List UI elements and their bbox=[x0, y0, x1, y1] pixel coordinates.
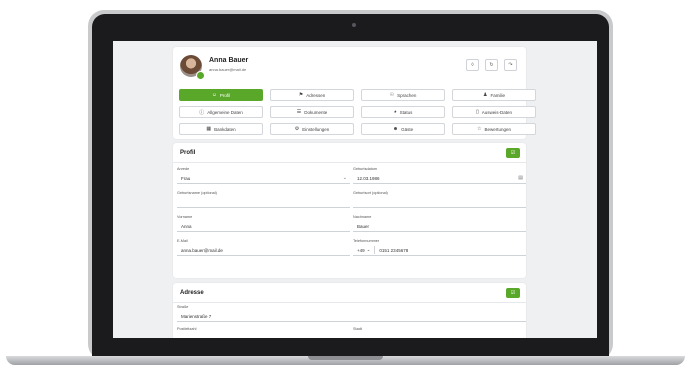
globe-icon: ☉ bbox=[389, 92, 395, 98]
tab-general-data[interactable]: ⓘ Allgemeine Daten bbox=[179, 106, 263, 118]
zip-field: Postleitzahl bbox=[177, 327, 197, 331]
bank-icon: ▦ bbox=[206, 126, 212, 132]
status-icon: ◕ bbox=[393, 109, 397, 115]
chevron-down-icon: ⌄ bbox=[342, 175, 347, 181]
online-badge bbox=[196, 71, 205, 80]
logout-icon[interactable]: ↷ bbox=[504, 59, 517, 71]
tab-family[interactable]: ♟ Familie bbox=[452, 89, 536, 101]
document-icon: ☰ bbox=[296, 109, 302, 115]
birthdate-input[interactable]: 12.03.1986 ▤ bbox=[353, 173, 526, 184]
email-input[interactable]: anna.bauer@mail.de bbox=[177, 245, 350, 256]
user-name: Anna Bauer bbox=[209, 57, 249, 64]
profile-header-card: Anna Bauer anna.bauer@mail.de ◊ ↻ ↷ ☺ Pro… bbox=[173, 47, 536, 139]
save-icon: ☑ bbox=[510, 290, 516, 296]
laptop-lid: Anna Bauer anna.bauer@mail.de ◊ ↻ ↷ ☺ Pro… bbox=[88, 10, 613, 360]
street-input[interactable]: Marienstraße 7 bbox=[177, 311, 526, 322]
divider bbox=[173, 302, 526, 303]
birthplace-field: Geburtsort (optional) bbox=[353, 191, 526, 208]
laptop-notch bbox=[308, 356, 383, 360]
tab-addresses[interactable]: ⚑ Adressen bbox=[270, 89, 354, 101]
settings-icon: ⚙ bbox=[294, 126, 300, 132]
map-icon: ⚑ bbox=[298, 92, 304, 98]
info-icon: ⓘ bbox=[199, 109, 205, 116]
section-title: Profil bbox=[180, 150, 196, 156]
rating-icon: ☆ bbox=[476, 126, 482, 132]
birthplace-input[interactable] bbox=[353, 197, 526, 208]
birthdate-field: Geburtsdatum 12.03.1986 ▤ bbox=[353, 167, 526, 184]
tab-languages[interactable]: ☉ Sprachen bbox=[361, 89, 445, 101]
firstname-input[interactable]: Anna bbox=[177, 221, 350, 232]
tab-documents[interactable]: ☰ Dokumente bbox=[270, 106, 354, 118]
id-card-icon: ▯ bbox=[475, 109, 479, 115]
tab-grid: ☺ Profil ⚑ Adressen ☉ Sprachen ♟ Familie ⓘ Al… bbox=[179, 89, 536, 135]
tab-guests[interactable]: ☻ Gäste bbox=[361, 123, 445, 135]
tab-settings[interactable]: ⚙ Einstellungen bbox=[270, 123, 354, 135]
email-field: E-Mail anna.bauer@mail.de bbox=[177, 239, 350, 256]
firstname-field: Vorname Anna bbox=[177, 215, 350, 232]
tab-id-data[interactable]: ▯ Ausweis-Daten bbox=[452, 106, 536, 118]
phone-input[interactable]: +49 ⌄ 0151 2345678 bbox=[353, 245, 526, 256]
lastname-field: Nachname Bauer bbox=[353, 215, 526, 232]
birthname-field: Geburtsname (optional) bbox=[177, 191, 350, 208]
phone-field: Telefonnummer +49 ⌄ 0151 2345678 bbox=[353, 239, 526, 256]
refresh-icon[interactable]: ↻ bbox=[485, 59, 498, 71]
save-button[interactable]: ☑ bbox=[506, 288, 520, 298]
webcam bbox=[352, 23, 356, 27]
divider bbox=[173, 162, 526, 163]
screen-bezel: Anna Bauer anna.bauer@mail.de ◊ ↻ ↷ ☺ Pro… bbox=[92, 14, 609, 360]
guests-icon: ☻ bbox=[392, 126, 399, 132]
user-email: anna.bauer@mail.de bbox=[209, 67, 247, 72]
profile-section: Profil ☑ Anrede Frau ⌄ Geburtsdatum 12.03… bbox=[173, 143, 526, 278]
gender-field: Anrede Frau ⌄ bbox=[177, 167, 350, 184]
tab-ratings[interactable]: ☆ Bewertungen bbox=[452, 123, 536, 135]
tab-profile[interactable]: ☺ Profil bbox=[179, 89, 263, 101]
app-screen: Anna Bauer anna.bauer@mail.de ◊ ↻ ↷ ☺ Pro… bbox=[113, 41, 597, 338]
city-field: Stadt bbox=[353, 327, 362, 331]
user-icon: ☺ bbox=[211, 92, 217, 98]
birthname-input[interactable] bbox=[177, 197, 350, 208]
tab-status[interactable]: ◕ Status bbox=[361, 106, 445, 118]
tab-bank-data[interactable]: ▦ Bankdaten bbox=[179, 123, 263, 135]
section-title: Adresse bbox=[180, 290, 204, 296]
chevron-down-icon: ⌄ bbox=[366, 247, 371, 252]
country-code-select[interactable]: +49 ⌄ bbox=[357, 246, 376, 254]
street-field: Straße Marienstraße 7 bbox=[177, 305, 526, 322]
save-button[interactable]: ☑ bbox=[506, 148, 520, 158]
bell-icon[interactable]: ◊ bbox=[466, 59, 479, 71]
lastname-input[interactable]: Bauer bbox=[353, 221, 526, 232]
gender-select[interactable]: Frau ⌄ bbox=[177, 173, 350, 184]
family-icon: ♟ bbox=[483, 92, 488, 98]
address-section: Adresse ☑ Straße Marienstraße 7 Postleit… bbox=[173, 283, 526, 338]
calendar-icon[interactable]: ▤ bbox=[518, 175, 523, 181]
save-icon: ☑ bbox=[510, 150, 516, 156]
